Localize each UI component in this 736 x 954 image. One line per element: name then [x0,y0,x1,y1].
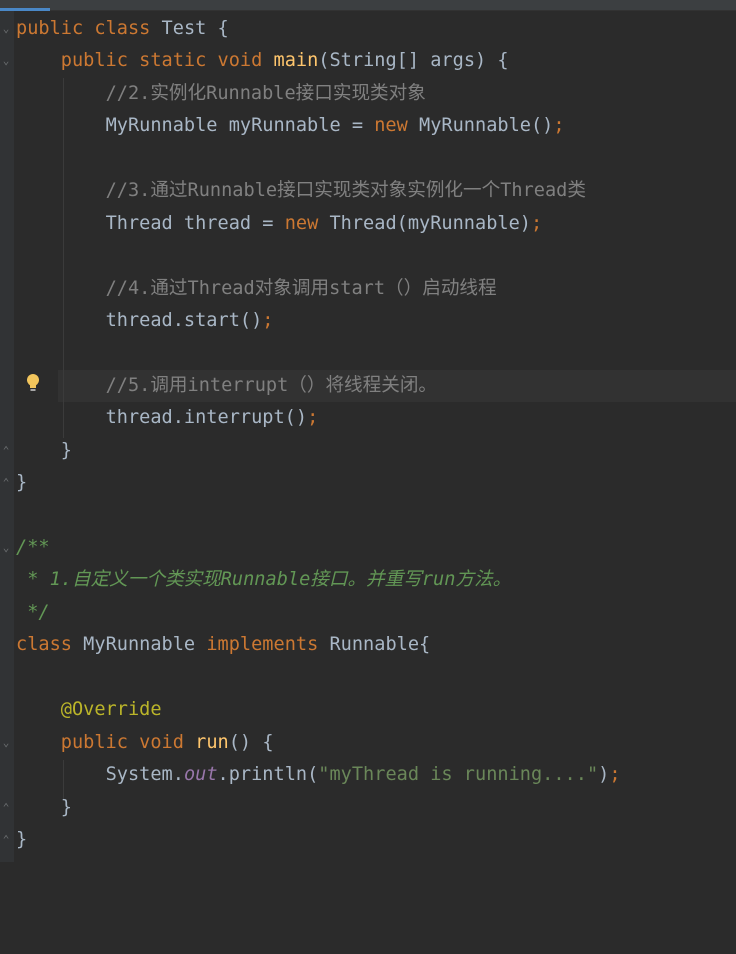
interface-name: Runnable{ [318,634,431,656]
fold-icon[interactable]: ⌃ [0,477,12,489]
code-line[interactable]: ⌄ public void run() { [0,727,736,759]
doc-comment: */ [16,601,50,623]
code-line[interactable]: Thread thread = new Thread(myRunnable); [0,208,736,240]
code-line[interactable]: ⌃ } [0,467,736,499]
code-line[interactable]: //4.通过Thread对象调用start（）启动线程 [0,273,736,305]
fold-icon[interactable]: ⌄ [0,542,12,554]
closing-brace: } [16,472,28,494]
fold-icon[interactable]: ⌃ [0,833,12,846]
code-lines[interactable]: ⌄ public class Test { ⌄ public static vo… [0,13,736,856]
line-comment: //5.调用interrupt（）将线程关闭。 [105,374,438,396]
code-editor[interactable]: ⌄ public class Test { ⌄ public static vo… [0,0,736,862]
semicolon: ; [609,764,621,786]
method-signature: (String[] args) { [318,50,509,72]
code-text: MyRunnable myRunnable = [105,115,375,137]
code-line[interactable] [0,662,736,694]
class-name: MyRunnable [71,634,207,656]
code-line[interactable]: //3.通过Runnable接口实现类对象实例化一个Thread类 [0,175,736,207]
code-line[interactable]: */ [0,597,736,629]
line-comment: //2.实例化Runnable接口实现类对象 [105,82,426,104]
keyword: public [16,18,84,39]
keyword: static [139,50,207,72]
keyword: void [217,50,263,72]
code-text: thread.interrupt() [105,407,308,429]
code-line[interactable]: class MyRunnable implements Runnable{ [0,629,736,661]
keyword: new [374,115,408,137]
keyword: new [284,212,319,234]
semicolon: ; [262,309,274,331]
code-text: MyRunnable() [407,115,554,137]
fold-icon[interactable]: ⌃ [0,801,12,814]
method-name: run [195,731,229,753]
code-line[interactable]: System.out.println("myThread is running.… [0,759,736,791]
closing-brace: } [16,828,28,850]
semicolon: ; [553,115,565,137]
static-field: out [183,764,218,786]
code-line[interactable] [0,240,736,272]
closing-brace: } [60,796,72,818]
keyword: void [139,731,184,753]
code-line[interactable]: //5.调用interrupt（）将线程关闭。 [0,370,736,402]
code-text: ) [598,764,610,786]
code-line[interactable]: thread.start(); [0,305,736,337]
keyword: class [94,18,151,39]
code-line[interactable] [0,337,736,369]
semicolon: ; [530,212,543,234]
fold-icon[interactable]: ⌄ [0,23,12,35]
closing-brace: } [60,439,72,461]
class-name: Test { [150,18,229,39]
code-line[interactable]: ⌃ } [0,824,736,856]
code-line[interactable]: @Override [0,694,736,726]
editor-tab-bar[interactable] [0,0,736,11]
code-text: thread.start() [105,309,263,331]
code-line[interactable]: thread.interrupt(); [0,402,736,434]
fold-icon[interactable]: ⌄ [0,736,12,749]
doc-comment: /** [16,537,50,558]
line-comment: //3.通过Runnable接口实现类对象实例化一个Thread类 [105,180,586,202]
code-text: Thread thread = [105,212,285,234]
code-text: System. [105,764,184,786]
code-line[interactable]: ⌃ } [0,792,736,824]
code-text: .println( [217,764,319,786]
keyword: public [60,731,128,753]
semicolon: ; [307,407,319,429]
code-line[interactable]: ⌄ /** [0,532,736,564]
code-line[interactable]: //2.实例化Runnable接口实现类对象 [0,78,736,110]
code-line[interactable]: ⌄ public static void main(String[] args)… [0,45,736,77]
doc-comment: * 1.自定义一个类实现Runnable接口。并重写run方法。 [16,569,512,591]
code-text: Thread(myRunnable) [318,212,531,234]
code-line[interactable] [0,500,736,532]
fold-icon[interactable]: ⌄ [0,55,12,67]
keyword: implements [206,634,319,656]
code-line[interactable]: MyRunnable myRunnable = new MyRunnable()… [0,110,736,142]
code-line[interactable]: ⌃ } [0,435,736,467]
code-line[interactable] [0,143,736,175]
fold-icon[interactable]: ⌃ [0,444,12,457]
code-line[interactable]: ⌄ public class Test { [0,13,736,45]
method-name: main [273,50,319,72]
line-comment: //4.通过Thread对象调用start（）启动线程 [105,277,497,299]
string-literal: "myThread is running...." [318,764,599,786]
annotation: @Override [60,699,162,721]
code-line[interactable]: * 1.自定义一个类实现Runnable接口。并重写run方法。 [0,564,736,596]
keyword: public [60,50,128,72]
keyword: class [16,634,72,656]
method-signature: () { [228,731,274,753]
